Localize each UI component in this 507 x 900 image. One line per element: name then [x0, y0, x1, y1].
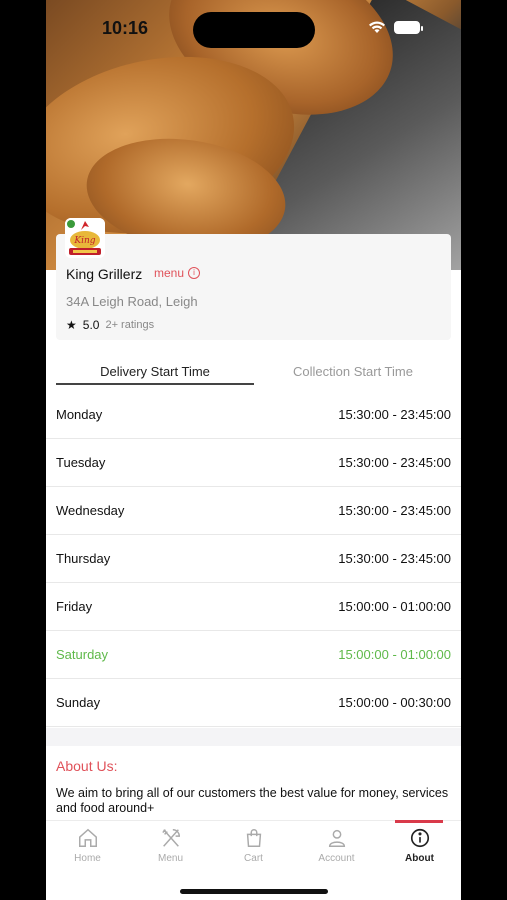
schedule-row: Friday 15:00:00 - 01:00:00 — [46, 583, 461, 631]
nav-home-label: Home — [74, 853, 101, 864]
schedule-row: Tuesday 15:30:00 - 23:45:00 — [46, 439, 461, 487]
dynamic-island — [193, 12, 315, 48]
nav-about-label: About — [405, 853, 434, 864]
nav-cart-label: Cart — [244, 853, 263, 864]
nav-home[interactable]: Home — [46, 827, 129, 864]
hours-value: 15:30:00 - 23:45:00 — [338, 455, 451, 470]
menu-link-label: menu — [154, 266, 185, 280]
about-text: We aim to bring all of our customers the… — [56, 786, 449, 815]
rating-value: 5.0 — [82, 318, 100, 332]
app-screen: 10:16 King King Grillerz menu i 34A Leig… — [46, 0, 461, 900]
day-label: Sunday — [56, 695, 101, 710]
nav-account-label: Account — [318, 853, 355, 864]
battery-icon — [394, 20, 423, 34]
bottom-nav: Home Menu Cart Account About — [46, 820, 461, 900]
schedule-row: Sunday 15:00:00 - 00:30:00 — [46, 679, 461, 727]
day-label: Saturday — [56, 647, 109, 662]
day-label: Monday — [56, 407, 103, 422]
day-label: Thursday — [56, 551, 111, 566]
hours-value: 15:00:00 - 01:00:00 — [338, 647, 451, 662]
time-tabs: Delivery Start Time Collection Start Tim… — [46, 356, 461, 388]
hours-value: 15:30:00 - 23:45:00 — [338, 551, 451, 566]
svg-text:King: King — [73, 236, 95, 246]
schedule-row: Wednesday 15:30:00 - 23:45:00 — [46, 487, 461, 535]
restaurant-address: 34A Leigh Road, Leigh — [66, 294, 198, 309]
active-tab-indicator — [56, 383, 254, 385]
about-title: About Us: — [56, 758, 118, 774]
info-icon: i — [188, 267, 201, 279]
hours-value: 15:00:00 - 00:30:00 — [338, 695, 451, 710]
schedule-row: Monday 15:30:00 - 23:45:00 — [46, 391, 461, 439]
wifi-icon — [369, 21, 385, 33]
hours-value: 15:30:00 - 23:45:00 — [338, 407, 451, 422]
active-nav-indicator — [395, 820, 443, 823]
day-label: Wednesday — [56, 503, 125, 518]
menu-link[interactable]: menu i — [154, 266, 201, 280]
rating-count: 2+ ratings — [105, 319, 155, 331]
status-time: 10:16 — [102, 18, 149, 38]
about-section: About Us: We aim to bring all of our cus… — [56, 758, 451, 816]
day-label: Tuesday — [56, 455, 106, 470]
restaurant-logo: King — [65, 218, 105, 258]
day-label: Friday — [56, 599, 93, 614]
schedule-row: Thursday 15:30:00 - 23:45:00 — [46, 535, 461, 583]
nav-menu[interactable]: Menu — [129, 827, 212, 864]
nav-cart[interactable]: Cart — [212, 827, 295, 864]
home-icon — [78, 828, 97, 847]
hours-value: 15:30:00 - 23:45:00 — [338, 503, 451, 518]
tab-delivery-start-time[interactable]: Delivery Start Time — [56, 364, 254, 379]
restaurant-card: King King Grillerz menu i 34A Leigh Road… — [56, 218, 451, 340]
nav-about[interactable]: About — [378, 827, 461, 864]
schedule-row-today: Saturday 15:00:00 - 01:00:00 — [46, 631, 461, 679]
status-icons — [368, 20, 423, 34]
user-icon — [328, 829, 345, 847]
tab-collection-start-time[interactable]: Collection Start Time — [254, 364, 452, 379]
shopping-bag-icon — [246, 829, 261, 847]
nav-account[interactable]: Account — [295, 827, 378, 864]
rating: ★ 5.0 2+ ratings — [66, 318, 154, 332]
star-icon: ★ — [66, 318, 77, 332]
hours-value: 15:00:00 - 01:00:00 — [338, 599, 451, 614]
fork-knife-icon — [161, 829, 180, 847]
home-indicator — [180, 889, 328, 894]
section-divider — [46, 728, 461, 746]
info-circle-icon — [410, 828, 429, 848]
opening-hours-list: Monday 15:30:00 - 23:45:00 Tuesday 15:30… — [46, 391, 461, 727]
restaurant-name: King Grillerz — [66, 266, 143, 282]
nav-menu-label: Menu — [157, 853, 183, 864]
